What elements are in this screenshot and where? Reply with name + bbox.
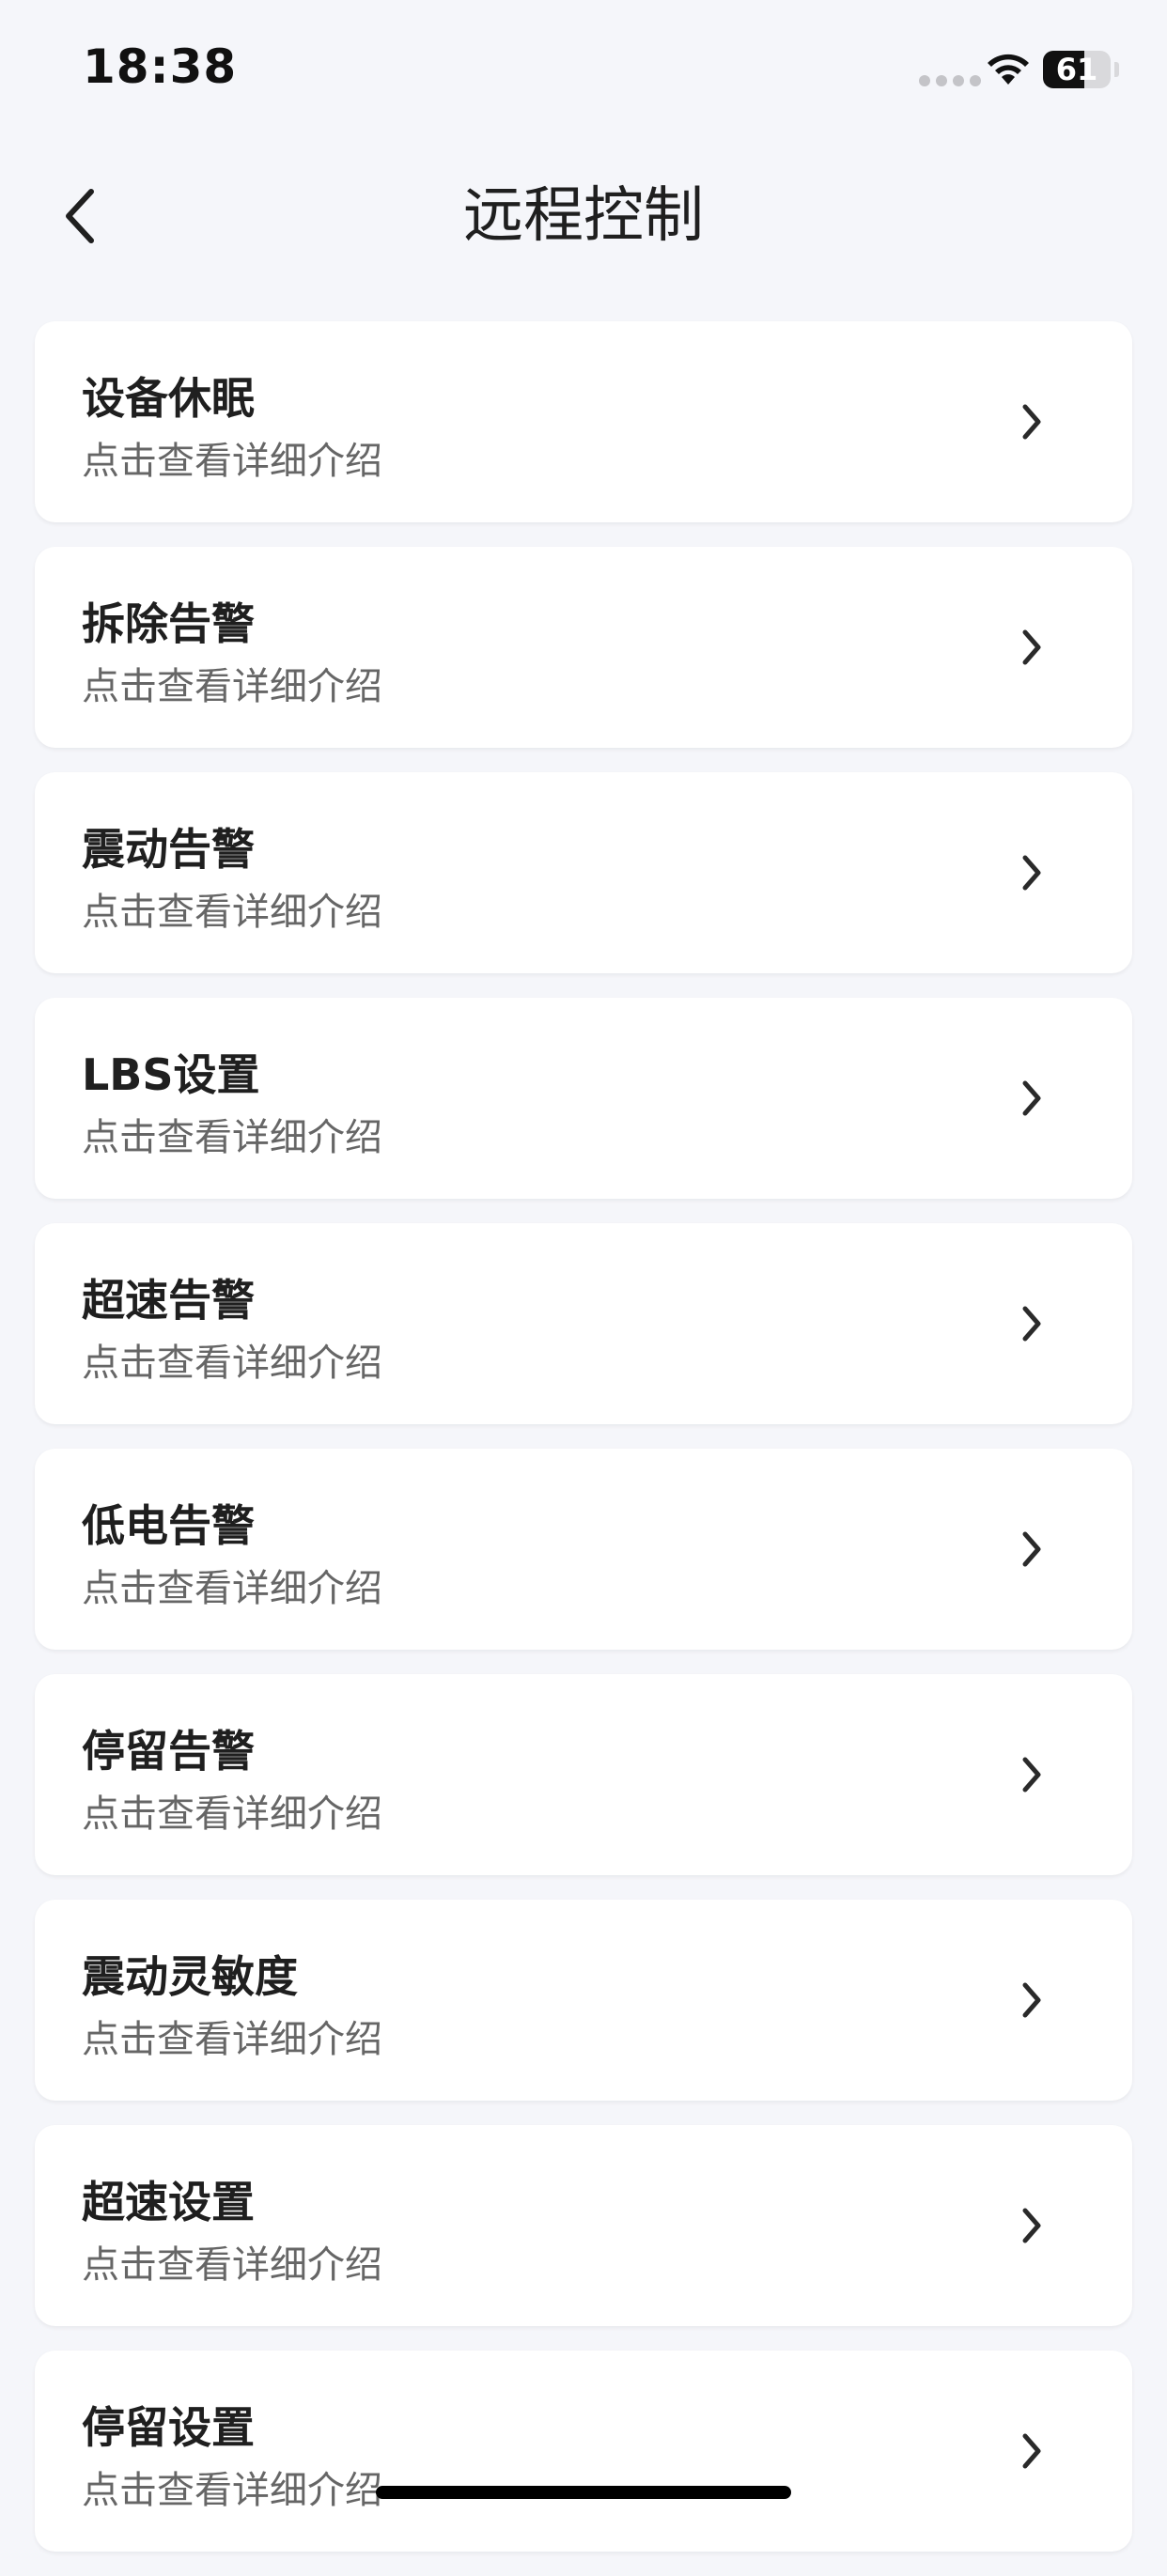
list-item-subtitle: 点击查看详细介绍 [82, 891, 382, 934]
page-title: 远程控制 [463, 181, 704, 251]
status-bar: 18:38 61 [0, 0, 1167, 141]
list-item[interactable]: 震动告警点击查看详细介绍 [35, 772, 1132, 973]
list-item[interactable]: 拆除告警点击查看详细介绍 [35, 547, 1132, 748]
list-item-title: 超速告警 [82, 1275, 255, 1326]
list-item-subtitle: 点击查看详细介绍 [82, 1792, 382, 1836]
list-item-title: 震动灵敏度 [82, 1951, 298, 2002]
list-item[interactable]: 低电告警点击查看详细介绍 [35, 1449, 1132, 1650]
list-item-title: 停留设置 [82, 2402, 255, 2453]
list-item-title: 拆除告警 [82, 598, 255, 649]
navigation-bar: 远程控制 [0, 160, 1167, 272]
list-item-subtitle: 点击查看详细介绍 [82, 2469, 382, 2512]
list-item[interactable]: 停留设置点击查看详细介绍 [35, 2351, 1132, 2552]
battery-cap [1114, 62, 1119, 77]
chevron-right-icon [1022, 1306, 1041, 1342]
remote-control-list: 设备休眠 点击查看详细介绍 拆除告警 点击查看详细介绍 震动告警 点击查看详细介绍 LBS设… [35, 321, 1132, 2576]
chevron-right-icon [1022, 1757, 1041, 1792]
chevron-right-icon [1022, 1982, 1041, 2018]
wifi-icon [988, 54, 1029, 85]
list-item-subtitle: 点击查看详细介绍 [82, 1342, 382, 1385]
chevron-right-icon [1022, 1531, 1041, 1567]
battery-icon: 61 [1043, 51, 1111, 88]
list-item-subtitle: 点击查看详细介绍 [82, 2018, 382, 2061]
chevron-right-icon [1022, 1080, 1041, 1116]
list-item-title: 低电告警 [82, 1500, 255, 1551]
list-item[interactable]: 超速告警点击查看详细介绍 [35, 1223, 1132, 1424]
status-time: 18:38 [83, 39, 238, 94]
chevron-right-icon [1022, 2433, 1041, 2469]
chevron-right-icon [1022, 2208, 1041, 2243]
chevron-right-icon [1022, 404, 1041, 440]
list-item-subtitle: 点击查看详细介绍 [82, 1567, 382, 1610]
list-item-subtitle: 点击查看详细介绍 [82, 665, 382, 708]
list-item-subtitle: 点击查看详细介绍 [82, 440, 382, 483]
list-item-subtitle: 点击查看详细介绍 [82, 2243, 382, 2287]
cellular-signal-icon [919, 75, 981, 86]
home-indicator[interactable] [376, 2486, 791, 2499]
list-item[interactable]: 设备休眠点击查看详细介绍 [35, 321, 1132, 522]
list-item[interactable]: LBS设置点击查看详细介绍 [35, 998, 1132, 1199]
list-item-title: 停留告警 [82, 1726, 255, 1777]
list-item-title: LBS设置 [82, 1049, 260, 1100]
list-item-title: 超速设置 [82, 2177, 255, 2227]
battery-level-text: 61 [1055, 52, 1098, 87]
list-item-title: 设备休眠 [82, 373, 255, 424]
list-item-title: 震动告警 [82, 824, 255, 875]
list-item[interactable]: 震动灵敏度点击查看详细介绍 [35, 1900, 1132, 2101]
chevron-right-icon [1022, 629, 1041, 665]
chevron-right-icon [1022, 855, 1041, 891]
list-item[interactable]: 停留告警点击查看详细介绍 [35, 1674, 1132, 1875]
list-item-subtitle: 点击查看详细介绍 [82, 1116, 382, 1159]
list-item[interactable]: 超速设置点击查看详细介绍 [35, 2125, 1132, 2326]
